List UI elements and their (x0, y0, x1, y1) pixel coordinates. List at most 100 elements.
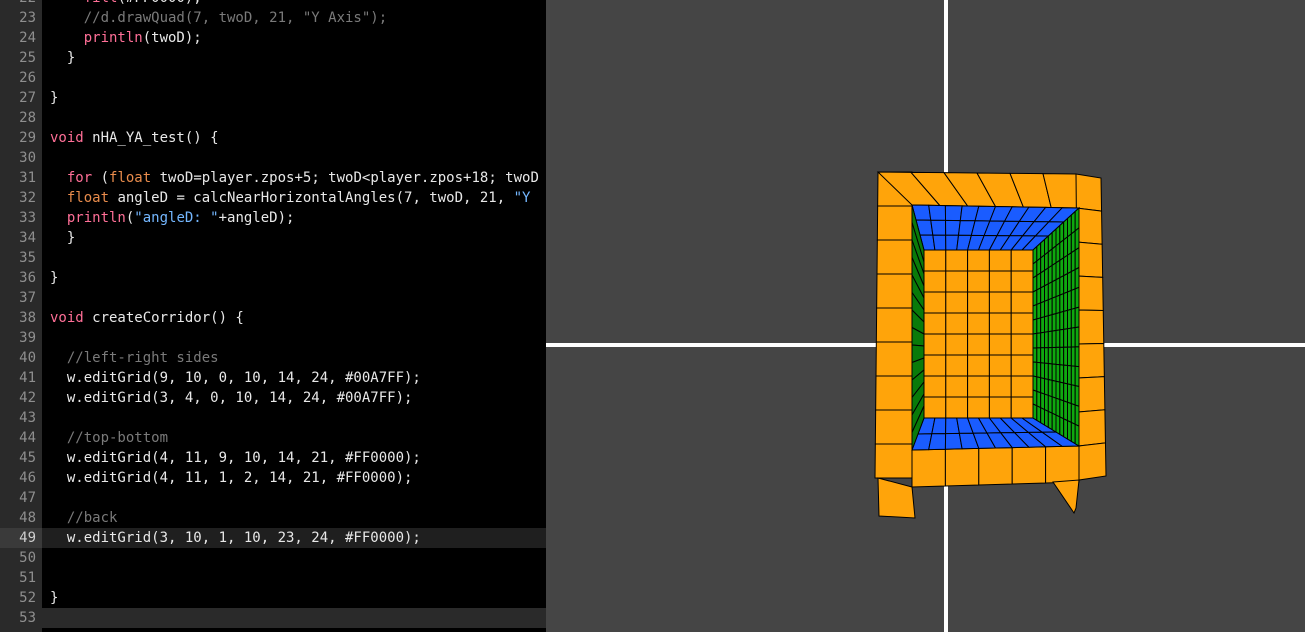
right-wall-tile (1032, 375, 1038, 393)
right-wall-tile (1032, 332, 1038, 349)
right-wall-tile (1040, 347, 1045, 364)
right-wall-tile (1044, 315, 1049, 333)
right-wall-tile (1040, 377, 1045, 395)
code-line[interactable]: 40 //left-right sides (0, 348, 546, 368)
code-line[interactable]: 30 (0, 148, 546, 168)
right-wall-tile (1070, 365, 1076, 387)
code-line[interactable]: 50 (0, 548, 546, 568)
code-line[interactable]: 36} (0, 268, 546, 288)
right-wall-tile (1070, 210, 1076, 235)
frame-tile (1077, 343, 1105, 379)
code-line[interactable]: 28 (0, 108, 546, 128)
right-wall-tile (1051, 295, 1057, 316)
frame-tile (1052, 479, 1080, 515)
code-token: w.editGrid(3, 10, 1, 10, 23, 24, #FF0000… (50, 530, 421, 546)
right-wall-tile (1055, 414, 1061, 436)
line-number: 41 (19, 370, 36, 386)
code-line[interactable]: 45 w.editGrid(4, 11, 9, 10, 14, 21, #FF0… (0, 448, 546, 468)
right-wall-tile (1059, 310, 1065, 331)
code-line[interactable]: 24 println(twoD); (0, 28, 546, 48)
right-wall-tile (1044, 408, 1049, 429)
code-line[interactable]: 31 for (float twoD=player.zpos+5; twoD<p… (0, 168, 546, 188)
line-code: println(twoD); (50, 28, 202, 48)
code-token: println (50, 30, 143, 46)
code-line[interactable]: 26 (0, 68, 546, 88)
right-wall-tile (1044, 362, 1049, 381)
back-wall-tile (1010, 375, 1034, 398)
line-code: //back (50, 508, 118, 528)
code-line[interactable]: 44 //top-bottom (0, 428, 546, 448)
right-wall-tile (1036, 287, 1042, 306)
line-code: float angleD = calcNearHorizontalAngles(… (50, 188, 531, 208)
code-line[interactable]: 29 void nHA_YA_test() { (0, 128, 546, 148)
code-line[interactable]: 42 w.editGrid(3, 4, 0, 10, 14, 24, #00A7… (0, 388, 546, 408)
right-wall-tile (1074, 246, 1080, 271)
code-line[interactable]: 52} (0, 588, 546, 608)
code-line[interactable]: 39 (0, 328, 546, 348)
line-number: 29 (19, 130, 36, 146)
code-token: "Y (513, 190, 531, 206)
right-wall-tile (1074, 423, 1080, 447)
code-token: } (50, 590, 59, 606)
right-wall-tile (1067, 213, 1072, 238)
right-wall-tile (1047, 410, 1053, 431)
code-line[interactable]: 33 println("angleD: "+angleD); (0, 208, 546, 228)
right-wall-tile (1067, 364, 1072, 386)
line-number: 44 (19, 430, 36, 446)
right-wall-tile (1040, 392, 1045, 411)
frame-tile (1011, 446, 1047, 485)
code-line[interactable]: 34 } (0, 228, 546, 248)
right-wall-tile (1074, 306, 1080, 329)
code-token: println (50, 210, 126, 226)
right-wall-tile (1047, 347, 1053, 365)
right-wall-tile (1070, 421, 1076, 445)
back-wall-tile (945, 333, 969, 356)
code-line[interactable]: 35 (0, 248, 546, 268)
frame-tile (875, 307, 913, 343)
right-wall-tile (1036, 317, 1042, 334)
code-line[interactable]: 25 } (0, 48, 546, 68)
code-line[interactable]: 46 w.editGrid(4, 11, 1, 2, 14, 21, #FF00… (0, 468, 546, 488)
line-number: 28 (19, 110, 36, 126)
code-token: "angleD: " (134, 210, 219, 226)
back-wall-tile (967, 270, 990, 293)
code-line-current[interactable]: 49 w.editGrid(3, 10, 1, 10, 23, 24, #FF0… (0, 528, 546, 548)
ceiling-tile (945, 219, 961, 236)
back-wall-tile (988, 312, 1012, 335)
code-line[interactable]: 41 w.editGrid(9, 10, 0, 10, 14, 24, #00A… (0, 368, 546, 388)
code-line[interactable]: 43 (0, 408, 546, 428)
code-line[interactable]: 48 //back (0, 508, 546, 528)
line-number: 35 (19, 250, 36, 266)
back-wall-tile (1010, 291, 1034, 314)
code-line[interactable]: 23 //d.drawQuad(7, twoD, 21, "Y Axis"); (0, 8, 546, 28)
right-wall-tile (1063, 346, 1068, 367)
frame-tile (1045, 445, 1080, 484)
line-number: 25 (19, 50, 36, 66)
code-line[interactable]: 32 float angleD = calcNearHorizontalAngl… (0, 188, 546, 208)
right-wall-tile (1063, 364, 1068, 385)
code-line[interactable]: 47 (0, 488, 546, 508)
back-wall-tile (967, 396, 990, 419)
right-wall-tile (1036, 405, 1042, 424)
3d-viewport[interactable] (546, 0, 1305, 632)
ceiling-tile (930, 219, 947, 236)
code-line[interactable]: 37 (0, 288, 546, 308)
back-wall-tile (923, 312, 947, 335)
code-line[interactable]: 22 fill(#FF0000); (0, 0, 546, 8)
code-line[interactable]: 38 void createCorridor() { (0, 308, 546, 328)
back-wall-tile (945, 375, 969, 398)
code-line[interactable]: 53 (0, 608, 546, 628)
right-wall-tile (1036, 347, 1042, 364)
right-wall-tile (1070, 249, 1076, 273)
line-number: 23 (19, 10, 36, 26)
right-wall-tile (1063, 309, 1068, 330)
line-code: w.editGrid(3, 4, 0, 10, 14, 24, #00A7FF)… (50, 388, 413, 408)
right-wall-tile (1063, 272, 1068, 295)
code-line[interactable]: 51 (0, 568, 546, 588)
back-wall-tile (945, 396, 969, 419)
code-line[interactable]: 27} (0, 88, 546, 108)
right-wall-tile (1074, 286, 1080, 309)
code-editor[interactable]: 22 fill(#FF0000);23 //d.drawQuad(7, twoD… (0, 0, 546, 632)
back-wall-tile (923, 354, 947, 377)
